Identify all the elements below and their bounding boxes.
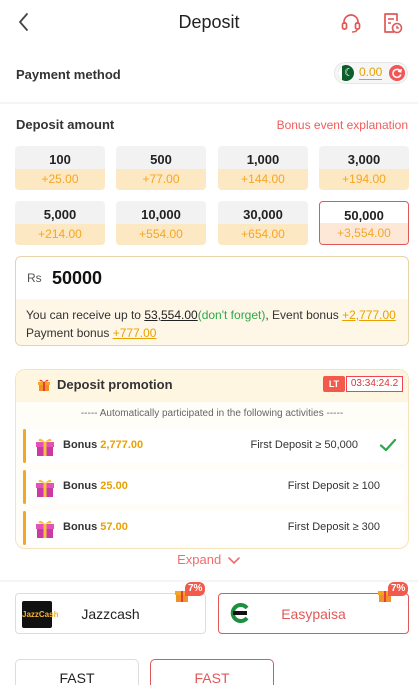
amount-option[interactable]: 500 +77.00 bbox=[116, 146, 206, 190]
amount-option[interactable]: 10,000 +554.00 bbox=[116, 201, 206, 245]
promotion-bonus-value: 2,777.00 bbox=[100, 439, 144, 451]
refresh-icon[interactable] bbox=[389, 65, 405, 81]
balance-pill: ☾ 0.00 bbox=[334, 62, 408, 84]
amount-option-value: 500 bbox=[150, 152, 172, 167]
balance-value: 0.00 bbox=[359, 65, 383, 80]
chevron-down-icon bbox=[228, 556, 240, 564]
amount-option-value: 10,000 bbox=[141, 207, 181, 222]
amount-option-value: 3,000 bbox=[347, 152, 381, 167]
promotion-row: Bonus 25.00 First Deposit ≥ 100 bbox=[23, 470, 404, 504]
deposit-promotion-card: Deposit promotion LT 03:34:24.2 ----- Au… bbox=[15, 369, 409, 549]
event-bonus-label: , Event bonus bbox=[265, 308, 343, 322]
channel-name: Jazzcash bbox=[81, 606, 140, 622]
promotion-bonus: Bonus 2,777.00 bbox=[63, 439, 143, 451]
expand-label: Expand bbox=[177, 552, 222, 567]
bonus-event-explanation-link[interactable]: Bonus event explanation bbox=[277, 118, 408, 132]
currency-symbol: Rs bbox=[27, 271, 42, 285]
receive-total: 53,554.00 bbox=[144, 308, 198, 322]
receive-info-prefix: You can receive up to bbox=[26, 308, 145, 322]
amount-option[interactable]: 3,000 +194.00 bbox=[319, 146, 409, 190]
amount-option-value: 1,000 bbox=[246, 152, 280, 167]
promotion-condition: First Deposit ≥ 300 bbox=[287, 521, 380, 533]
amount-option-bonus: +144.00 bbox=[218, 169, 308, 190]
limited-time-badge: LT bbox=[323, 376, 345, 392]
amount-option-bonus: +3,554.00 bbox=[320, 223, 408, 244]
event-bonus-value: +2,777.00 bbox=[342, 308, 396, 322]
customer-service-icon[interactable] bbox=[339, 11, 363, 35]
amount-option-value: 100 bbox=[49, 152, 71, 167]
payment-bonus-value: +777.00 bbox=[112, 326, 157, 340]
payment-bonus-label: Payment bonus bbox=[26, 326, 113, 340]
amount-option-value: 5,000 bbox=[43, 207, 77, 222]
speed-option-selected[interactable]: FAST bbox=[150, 659, 274, 685]
promotion-bonus-label: Bonus bbox=[63, 439, 98, 451]
amount-option[interactable]: 1,000 +144.00 bbox=[218, 146, 308, 190]
channel-jazzcash[interactable]: JazzCash Jazzcash 7% bbox=[15, 582, 206, 634]
promotion-bonus-label: Bonus bbox=[63, 521, 98, 533]
amount-option-bonus: +25.00 bbox=[15, 169, 105, 190]
bonus-percent-tag: 7% bbox=[377, 582, 413, 604]
promotion-bonus: Bonus 25.00 bbox=[63, 480, 128, 492]
dont-forget-note: (don't forget) bbox=[197, 308, 266, 322]
gift-icon bbox=[38, 379, 50, 391]
gift-box-icon bbox=[36, 479, 54, 497]
promotion-bonus: Bonus 57.00 bbox=[63, 521, 128, 533]
amount-option[interactable]: 100 +25.00 bbox=[15, 146, 105, 190]
amount-input-box: Rs You can receive up to 53,554.00(don't… bbox=[15, 256, 409, 346]
promotion-header: Deposit promotion LT 03:34:24.2 bbox=[16, 370, 408, 402]
channel-easypaisa[interactable]: Easypaisa 7% bbox=[218, 582, 409, 634]
gift-box-icon bbox=[36, 438, 54, 456]
speed-option[interactable]: FAST bbox=[15, 659, 139, 685]
deposit-amount-label: Deposit amount bbox=[16, 117, 115, 132]
amount-option[interactable]: 30,000 +654.00 bbox=[218, 201, 308, 245]
bonus-percent-tag: 7% bbox=[174, 582, 210, 604]
payment-channels: JazzCash Jazzcash 7% Easypaisa 7% FAST F… bbox=[0, 582, 418, 685]
promotion-bonus-label: Bonus bbox=[63, 480, 98, 492]
promotion-bonus-value: 57.00 bbox=[100, 521, 128, 533]
amount-option-selected[interactable]: 50,000 +3,554.00 bbox=[319, 201, 409, 245]
promotion-title: Deposit promotion bbox=[57, 377, 173, 392]
auto-participated-text: ----- Automatically participated in the … bbox=[80, 408, 344, 419]
expand-button[interactable]: Expand bbox=[0, 552, 418, 567]
promotion-row: Bonus 2,777.00 First Deposit ≥ 50,000 bbox=[23, 429, 404, 463]
amount-option-bonus: +554.00 bbox=[116, 224, 206, 245]
promotion-condition: First Deposit ≥ 50,000 bbox=[250, 439, 358, 451]
bonus-percent: 7% bbox=[185, 582, 206, 596]
header: Deposit bbox=[0, 0, 418, 46]
countdown-timer: 03:34:24.2 bbox=[346, 376, 403, 392]
promotion-bonus-value: 25.00 bbox=[100, 480, 128, 492]
amount-option-bonus: +214.00 bbox=[15, 224, 105, 245]
amount-option-bonus: +77.00 bbox=[116, 169, 206, 190]
checkmark-icon bbox=[379, 438, 397, 452]
payment-method-label: Payment method bbox=[16, 67, 121, 82]
amount-option-bonus: +654.00 bbox=[218, 224, 308, 245]
amount-option-bonus: +194.00 bbox=[319, 169, 409, 190]
payment-method-row: Payment method ☾ 0.00 bbox=[0, 46, 418, 102]
deposit-amount-section: Deposit amount Bonus event explanation 1… bbox=[0, 104, 418, 580]
amount-option[interactable]: 5,000 +214.00 bbox=[15, 201, 105, 245]
receive-info: You can receive up to 53,554.00(don't fo… bbox=[16, 299, 408, 345]
gift-box-icon bbox=[36, 520, 54, 538]
bonus-percent: 7% bbox=[388, 582, 409, 596]
amount-input-row: Rs bbox=[16, 257, 408, 299]
pakistan-flag-icon: ☾ bbox=[338, 65, 354, 81]
promotion-condition: First Deposit ≥ 100 bbox=[287, 480, 380, 492]
deposit-history-icon[interactable] bbox=[380, 11, 404, 35]
amount-option-value: 30,000 bbox=[243, 207, 283, 222]
channel-name: Easypaisa bbox=[281, 606, 346, 622]
deposit-page: Deposit Payment method ☾ 0.00 Deposit am… bbox=[0, 0, 418, 685]
promotion-row: Bonus 57.00 First Deposit ≥ 300 bbox=[23, 511, 404, 545]
amount-input[interactable] bbox=[52, 263, 392, 293]
